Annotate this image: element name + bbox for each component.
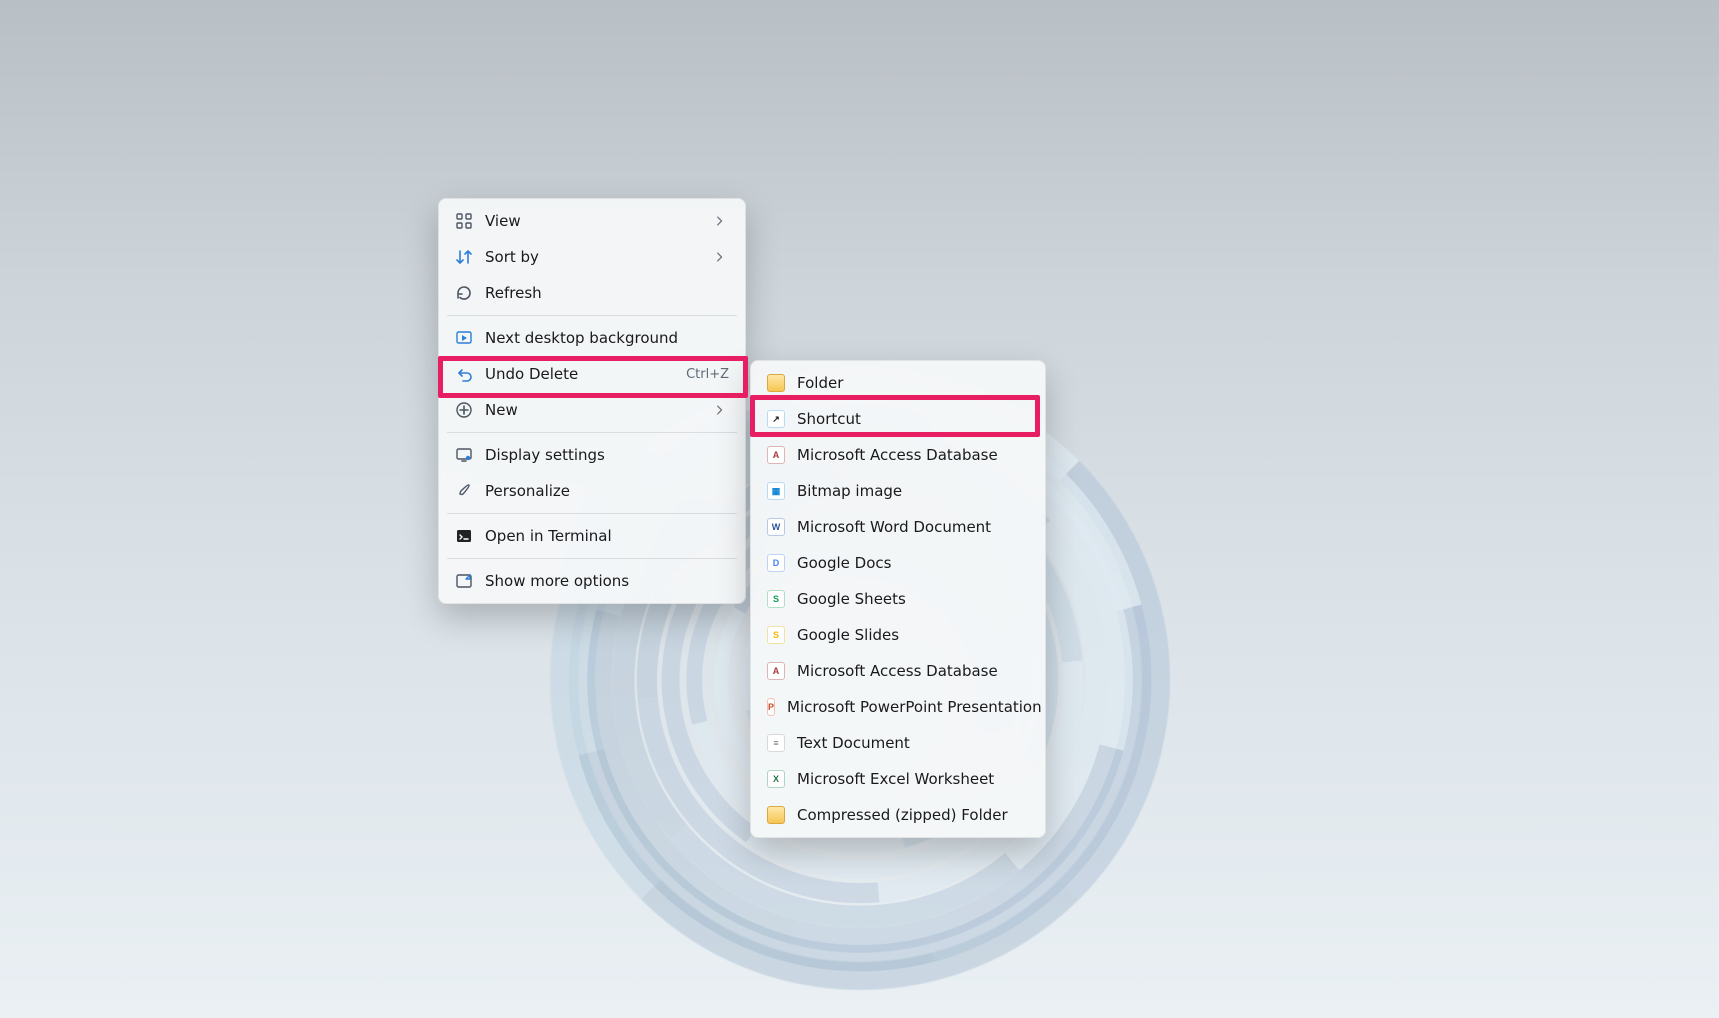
menu-item-personal[interactable]: Personalize <box>443 473 741 509</box>
desktop-context-menu: View Sort by Refresh Next desktop backgroun… <box>438 198 746 604</box>
new-menu-item-xls[interactable]: X Microsoft Excel Worksheet <box>755 761 1041 797</box>
terminal-icon <box>455 527 473 545</box>
menu-item-label: Google Sheets <box>797 590 1029 608</box>
filetype-word-icon: W <box>767 518 785 536</box>
menu-item-label: Show more options <box>485 572 729 590</box>
menu-item-label: Google Slides <box>797 626 1029 644</box>
menu-separator <box>447 315 737 316</box>
new-menu-item-ppt[interactable]: P Microsoft PowerPoint Presentation <box>755 689 1041 725</box>
menu-item-new[interactable]: New <box>443 392 741 428</box>
new-menu-item-zip[interactable]: Compressed (zipped) Folder <box>755 797 1041 833</box>
menu-item-terminal[interactable]: Open in Terminal <box>443 518 741 554</box>
filetype-sheets-icon: S <box>767 590 785 608</box>
menu-item-more[interactable]: Show more options <box>443 563 741 599</box>
new-menu-item-bitmap[interactable]: ▦ Bitmap image <box>755 473 1041 509</box>
sort-icon <box>455 248 473 266</box>
menu-item-sort[interactable]: Sort by <box>443 239 741 275</box>
filetype-access-icon: A <box>767 446 785 464</box>
refresh-icon <box>455 284 473 302</box>
new-icon <box>455 401 473 419</box>
filetype-excel-icon: X <box>767 770 785 788</box>
filetype-bitmap-icon: ▦ <box>767 482 785 500</box>
filetype-short-icon: ↗ <box>767 410 785 428</box>
menu-separator <box>447 432 737 433</box>
new-menu-item-gslides[interactable]: S Google Slides <box>755 617 1041 653</box>
filetype-slides-icon: S <box>767 626 785 644</box>
menu-item-label: Microsoft Excel Worksheet <box>797 770 1029 788</box>
menu-item-label: Open in Terminal <box>485 527 729 545</box>
grid-icon <box>455 212 473 230</box>
chevron-right-icon <box>711 212 729 230</box>
menu-item-label: Microsoft Access Database <box>797 446 1029 464</box>
new-menu-item-access2[interactable]: A Microsoft Access Database <box>755 653 1041 689</box>
menu-item-shortcut: Ctrl+Z <box>686 367 729 382</box>
menu-item-label: View <box>485 212 699 230</box>
new-menu-item-folder[interactable]: Folder <box>755 365 1041 401</box>
new-menu-item-txt[interactable]: ≡ Text Document <box>755 725 1041 761</box>
display-icon <box>455 446 473 464</box>
menu-item-view[interactable]: View <box>443 203 741 239</box>
undo-icon <box>455 365 473 383</box>
menu-item-label: New <box>485 401 699 419</box>
filetype-zip-icon <box>767 806 785 824</box>
menu-item-label: Refresh <box>485 284 729 302</box>
menu-item-label: Undo Delete <box>485 365 674 383</box>
menu-item-label: Google Docs <box>797 554 1029 572</box>
menu-item-label: Folder <box>797 374 1029 392</box>
menu-item-label: Microsoft Word Document <box>797 518 1029 536</box>
menu-item-refresh[interactable]: Refresh <box>443 275 741 311</box>
menu-item-undo[interactable]: Undo Delete Ctrl+Z <box>443 356 741 392</box>
menu-item-label: Next desktop background <box>485 329 729 347</box>
menu-item-label: Display settings <box>485 446 729 464</box>
menu-item-display[interactable]: Display settings <box>443 437 741 473</box>
filetype-text-icon: ≡ <box>767 734 785 752</box>
filetype-docs-icon: D <box>767 554 785 572</box>
menu-item-label: Personalize <box>485 482 729 500</box>
more-icon <box>455 572 473 590</box>
new-menu-item-shortcut[interactable]: ↗ Shortcut <box>755 401 1041 437</box>
new-menu-item-gsheets[interactable]: S Google Sheets <box>755 581 1041 617</box>
menu-item-label: Bitmap image <box>797 482 1029 500</box>
filetype-ppt-icon: P <box>767 698 775 716</box>
new-submenu: Folder ↗ Shortcut A Microsoft Access Databas… <box>750 360 1046 838</box>
new-menu-item-word[interactable]: W Microsoft Word Document <box>755 509 1041 545</box>
menu-item-label: Text Document <box>797 734 1029 752</box>
new-menu-item-access1[interactable]: A Microsoft Access Database <box>755 437 1041 473</box>
menu-item-label: Compressed (zipped) Folder <box>797 806 1029 824</box>
brush-icon <box>455 482 473 500</box>
menu-item-label: Sort by <box>485 248 699 266</box>
menu-item-label: Microsoft Access Database <box>797 662 1029 680</box>
menu-separator <box>447 558 737 559</box>
new-menu-item-gdocs[interactable]: D Google Docs <box>755 545 1041 581</box>
filetype-folder-icon <box>767 374 785 392</box>
menu-item-nextbg[interactable]: Next desktop background <box>443 320 741 356</box>
chevron-right-icon <box>711 248 729 266</box>
menu-separator <box>447 513 737 514</box>
filetype-access-icon: A <box>767 662 785 680</box>
menu-item-label: Shortcut <box>797 410 1029 428</box>
desktop-background[interactable]: View Sort by Refresh Next desktop backgroun… <box>0 0 1719 1018</box>
menu-item-label: Microsoft PowerPoint Presentation <box>787 698 1042 716</box>
chevron-right-icon <box>711 401 729 419</box>
nextbg-icon <box>455 329 473 347</box>
